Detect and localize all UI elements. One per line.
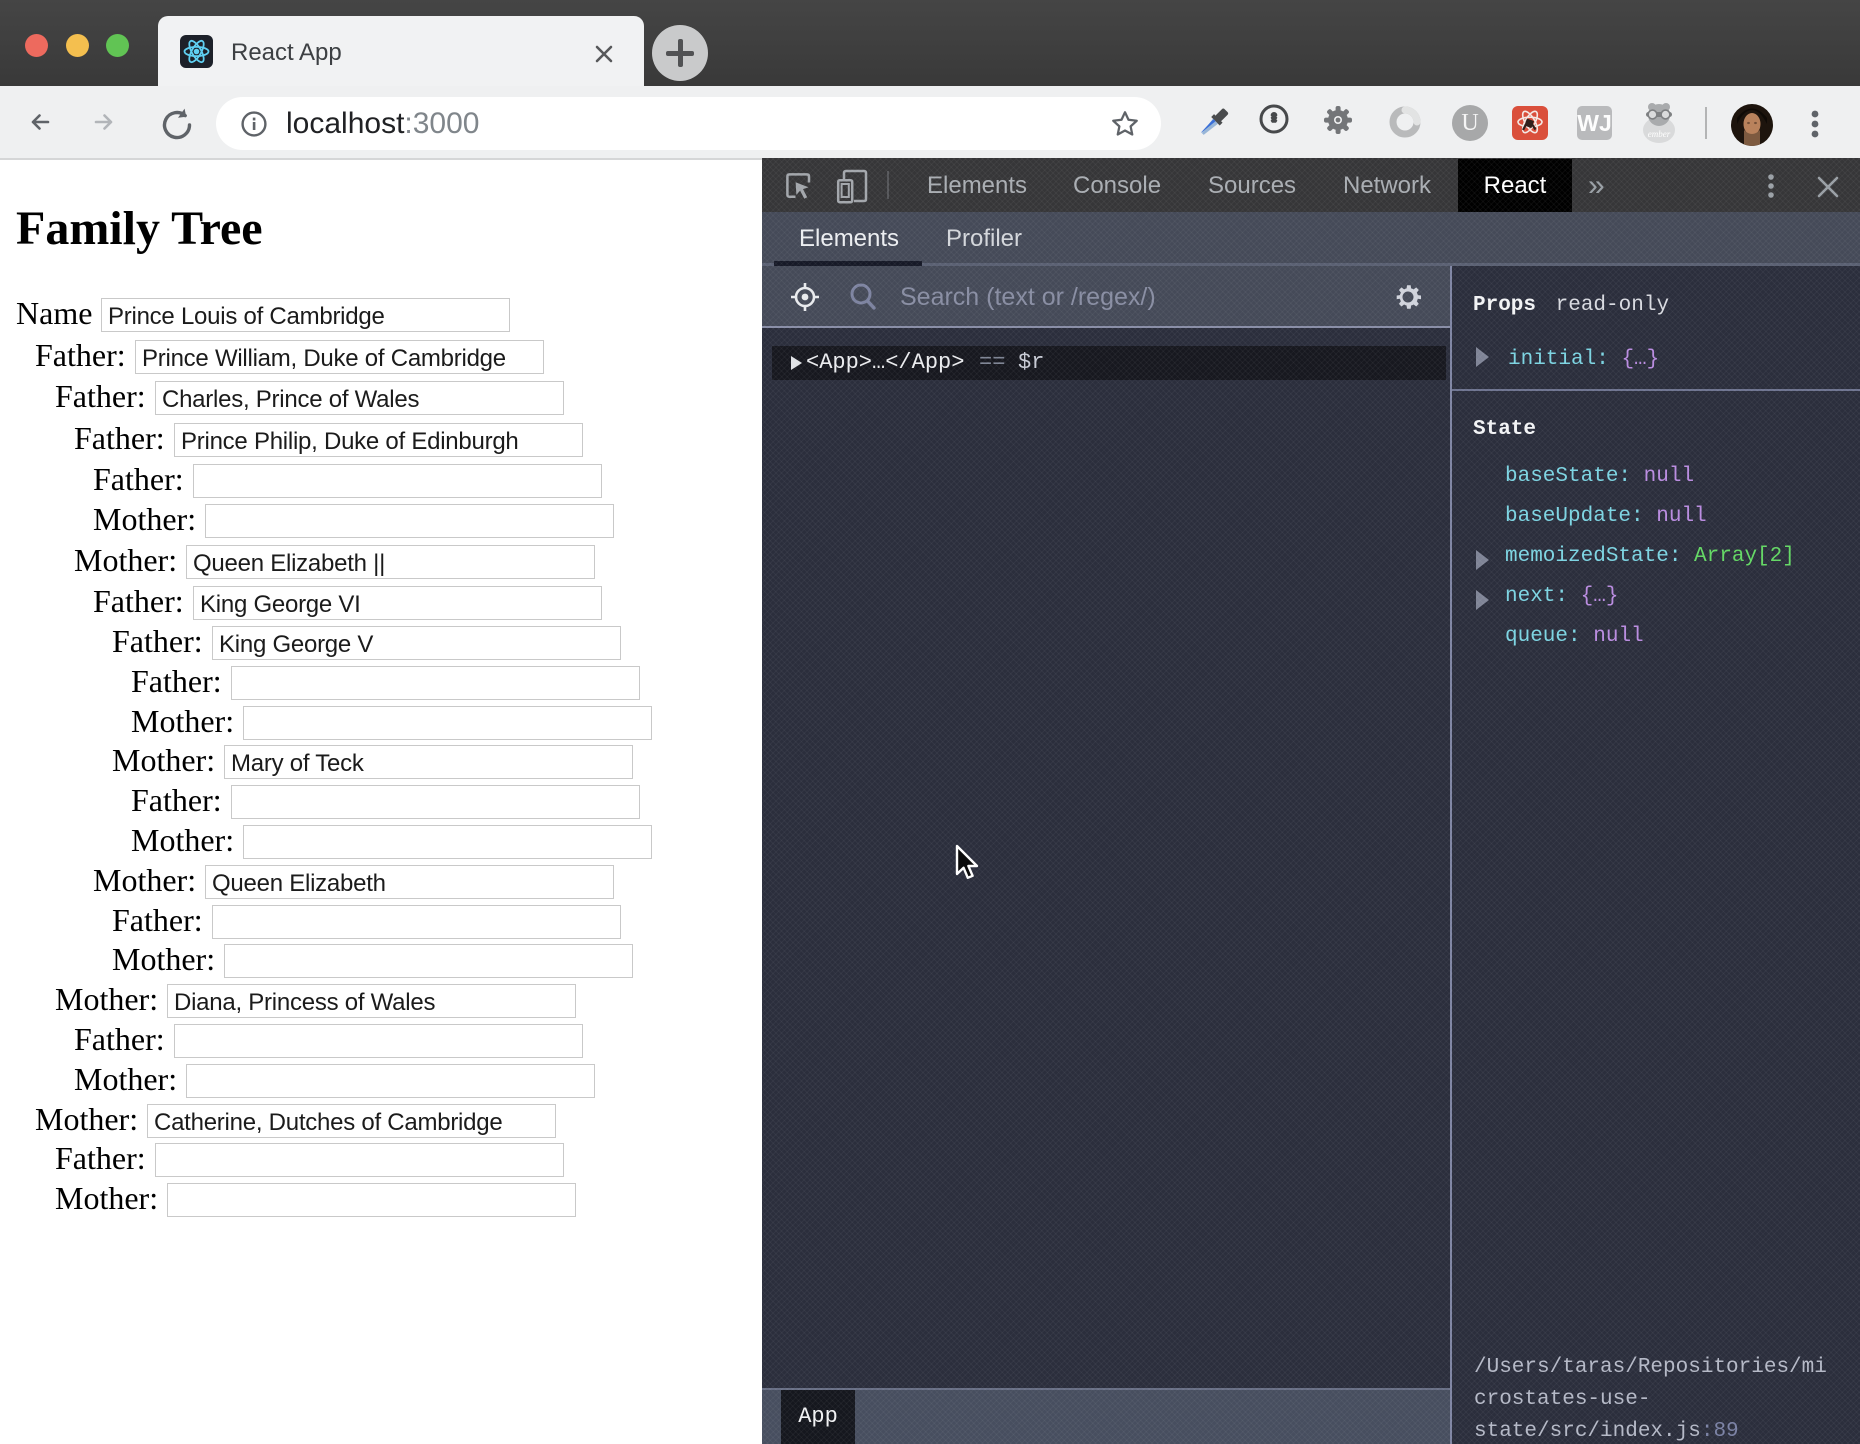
svg-text:ember: ember [1648, 129, 1671, 139]
